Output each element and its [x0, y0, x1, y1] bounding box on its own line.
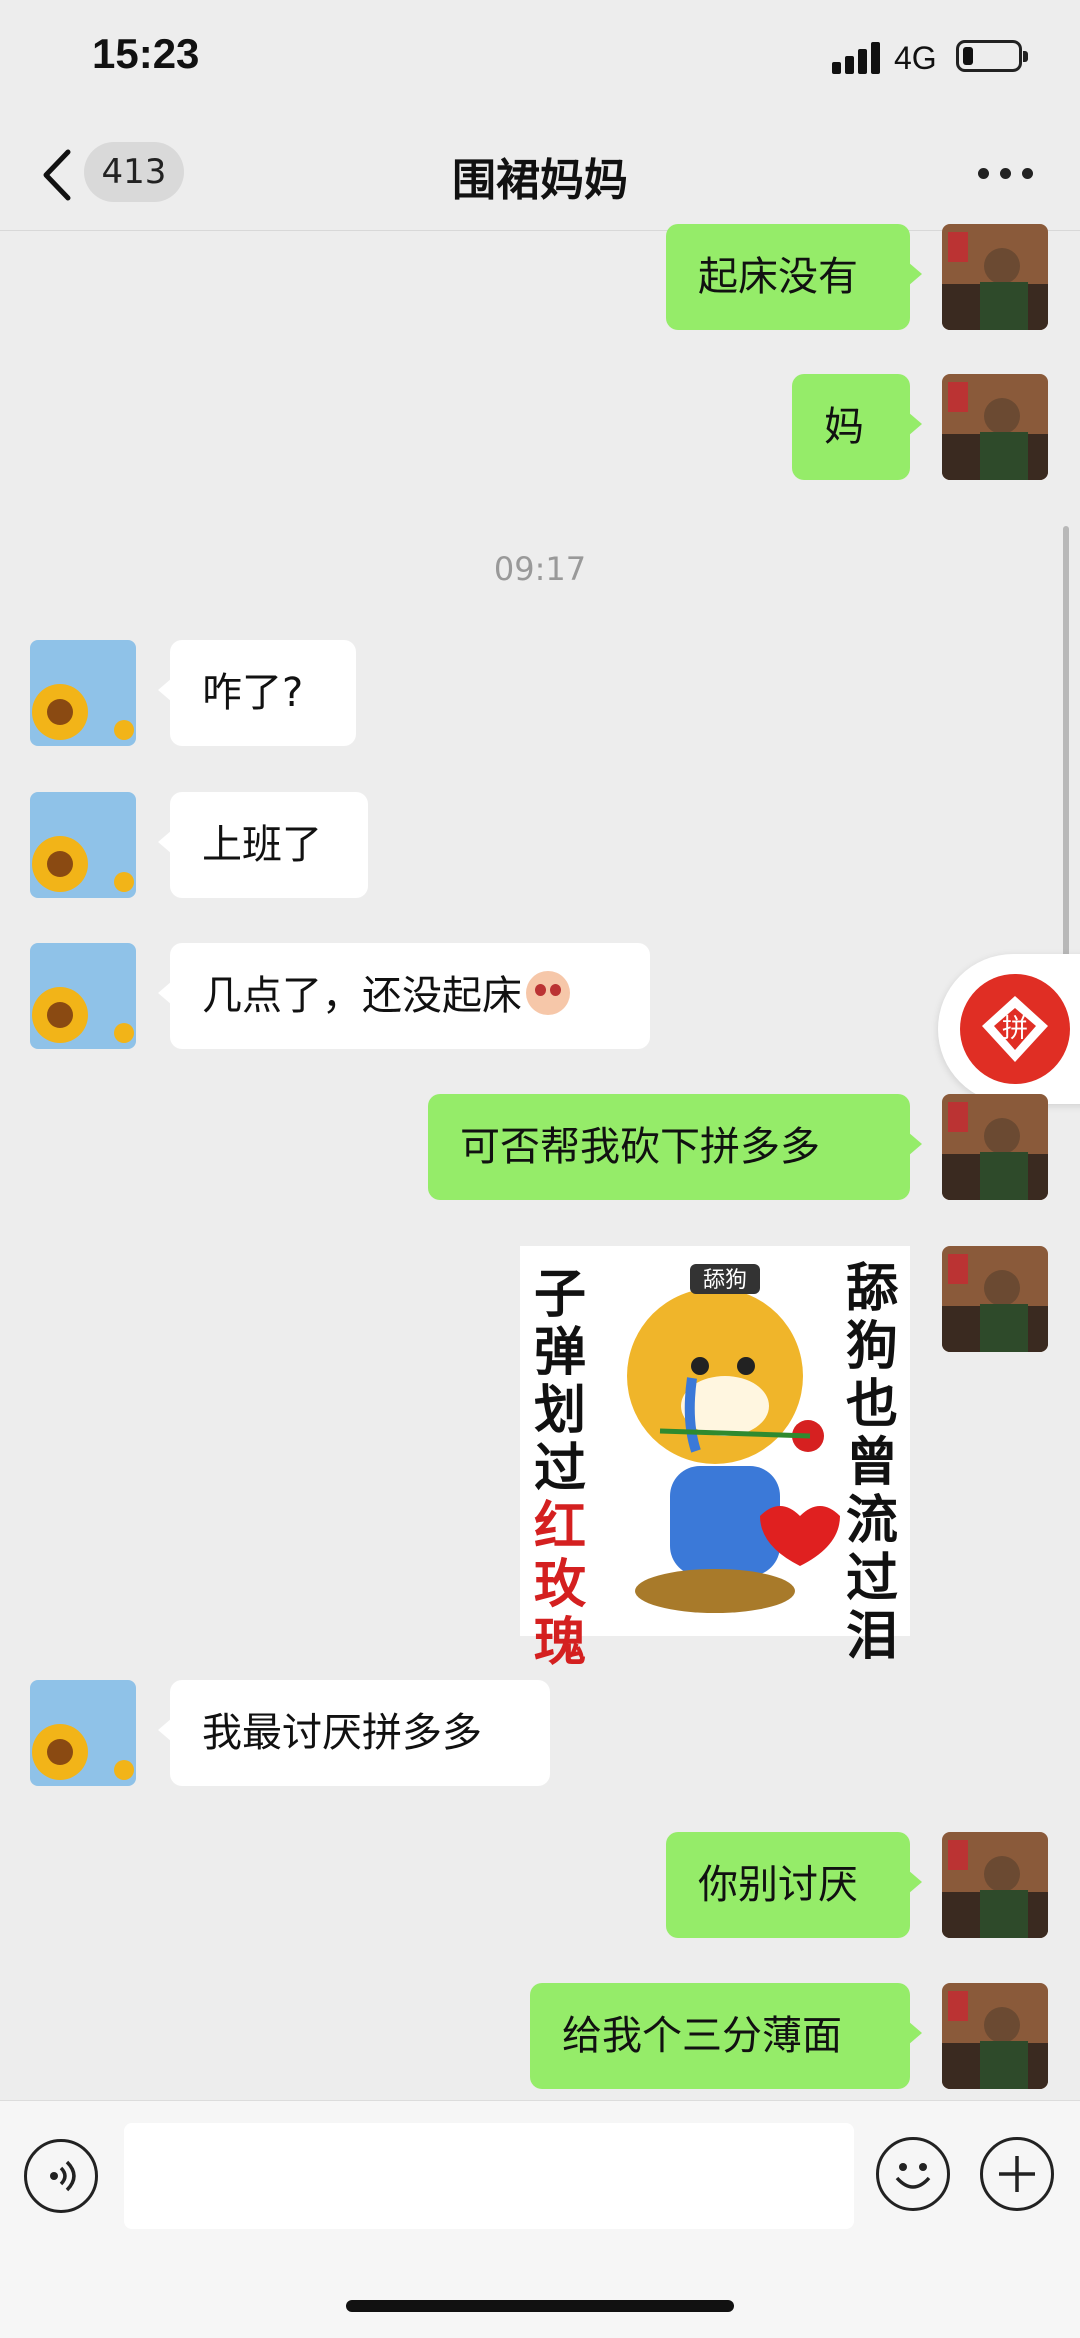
voice-icon[interactable] — [24, 2139, 98, 2213]
my-avatar[interactable] — [942, 224, 1048, 330]
message-text: 几点了，还没起床 — [202, 973, 522, 1019]
contact-message-bubble[interactable]: 上班了 — [158, 792, 368, 898]
chat-header: 413 围裙妈妈 — [0, 120, 1080, 231]
contact-message-bubble[interactable]: 咋了? — [158, 640, 356, 746]
flushed-face-emoji-icon — [526, 971, 570, 1015]
clock: 15:23 — [92, 30, 200, 77]
sticker-label: 舔狗 — [703, 1268, 747, 1293]
chat-title: 围裙妈妈 — [452, 155, 628, 206]
contact-avatar[interactable] — [30, 1680, 136, 1786]
contact-message-bubble[interactable]: 我最讨厌拼多多 — [158, 1680, 550, 1786]
timestamp: 09:17 — [493, 550, 587, 588]
contact-avatar[interactable] — [30, 792, 136, 898]
contact-avatar[interactable] — [30, 640, 136, 746]
my-message-bubble[interactable]: 可否帮我砍下拼多多 — [428, 1094, 922, 1200]
network-type: 4G — [894, 40, 937, 76]
smiley-icon[interactable] — [876, 2137, 950, 2211]
status-bar: 15:23 4G — [0, 0, 1080, 120]
more-dots-icon[interactable] — [978, 168, 1034, 182]
pinduoduo-logo-text: 拼 — [1002, 1014, 1028, 1044]
battery-low-icon — [956, 40, 1028, 72]
my-avatar[interactable] — [942, 1983, 1048, 2089]
pinduoduo-logo-icon: 拼 — [960, 974, 1070, 1084]
contact-message-bubble[interactable]: 几点了，还没起床 — [158, 943, 650, 1049]
my-message-bubble[interactable]: 妈 — [792, 374, 922, 480]
plus-icon[interactable] — [980, 2137, 1054, 2211]
my-avatar[interactable] — [942, 1832, 1048, 1938]
home-indicator[interactable] — [346, 2300, 734, 2312]
my-avatar[interactable] — [942, 1094, 1048, 1200]
sticker-image[interactable]: 子弹划过红玫瑰 舔狗 舔狗也曾流过泪 — [520, 1246, 910, 1672]
my-message-bubble[interactable]: 给我个三分薄面 — [530, 1983, 922, 2089]
my-message-bubble[interactable]: 你别讨厌 — [666, 1832, 922, 1938]
contact-avatar[interactable] — [30, 943, 136, 1049]
scrollbar[interactable] — [1063, 526, 1069, 976]
message-input[interactable] — [124, 2123, 854, 2229]
signal-bars-icon — [832, 42, 880, 74]
my-avatar[interactable] — [942, 1246, 1048, 1352]
sticker-right-text: 舔狗也曾流过泪 — [845, 1259, 898, 1667]
my-avatar[interactable] — [942, 374, 1048, 480]
pinduoduo-floating-widget[interactable]: 拼 — [938, 954, 1080, 1104]
my-message-bubble[interactable]: 起床没有 — [666, 224, 922, 330]
